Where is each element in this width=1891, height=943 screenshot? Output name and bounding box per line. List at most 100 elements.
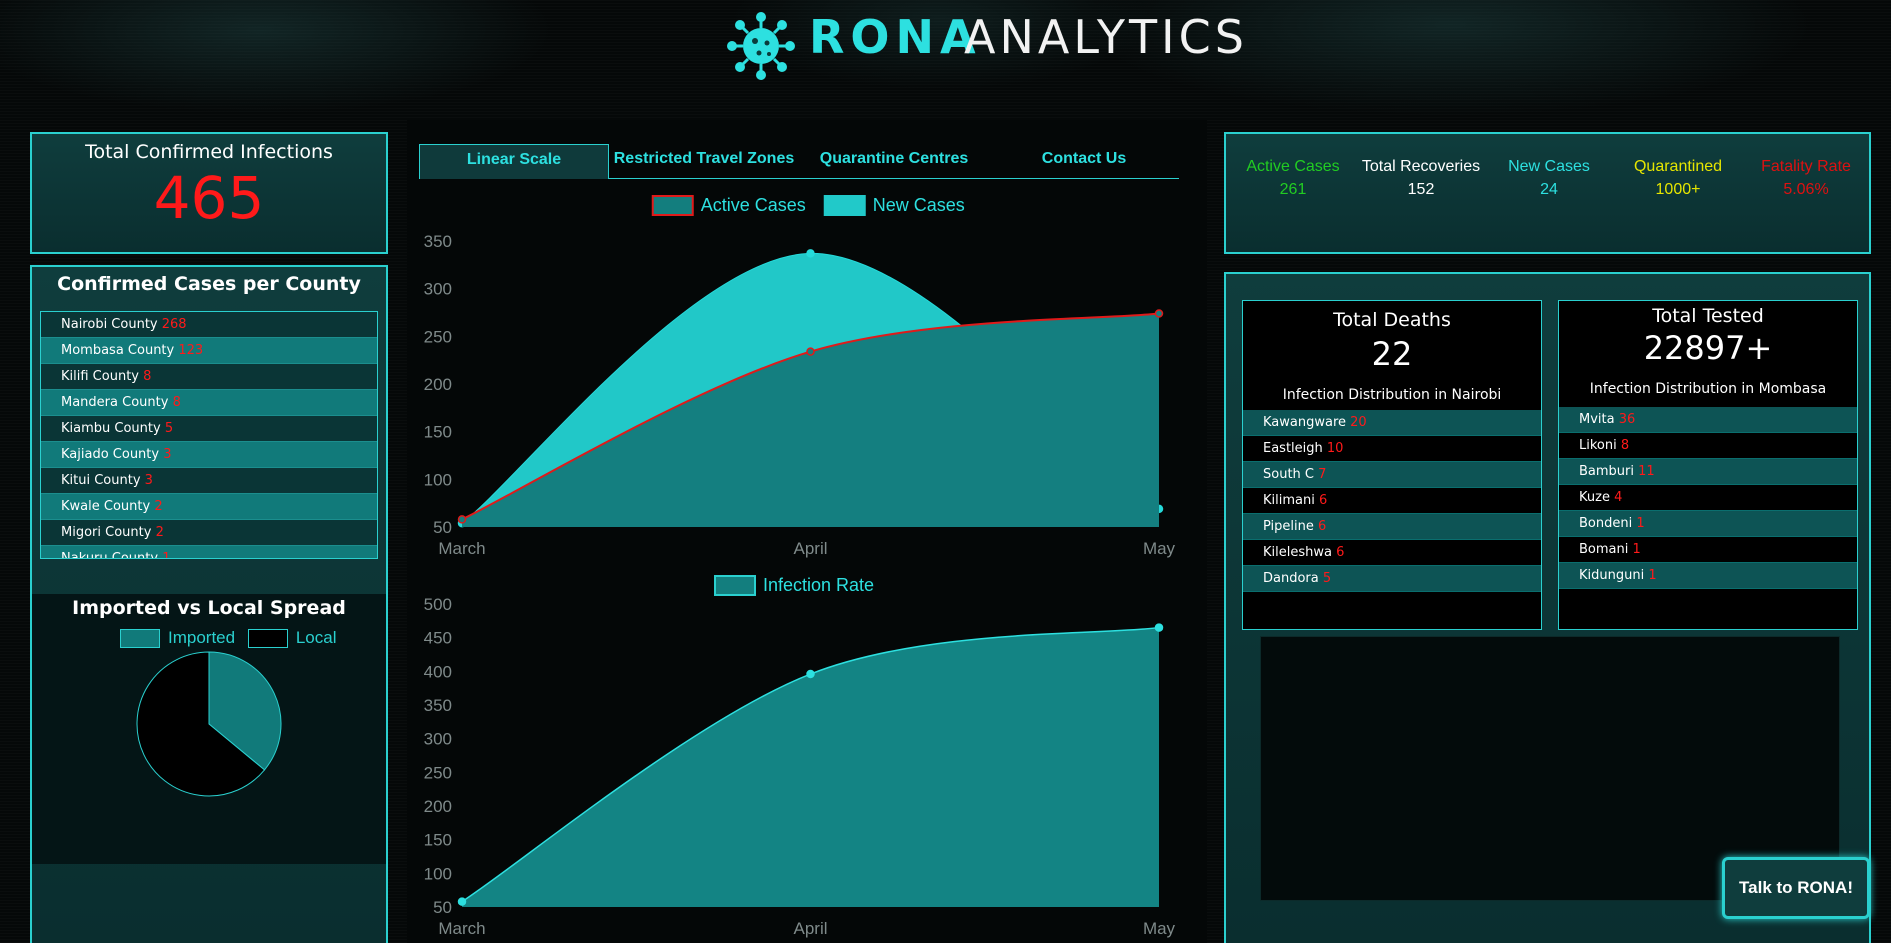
county-name: Mandera County xyxy=(61,395,169,410)
legend-local-swatch xyxy=(247,629,288,649)
total-confirmed-card: Total Confirmed Infections 465 xyxy=(30,132,388,254)
y-tick-label: 100 xyxy=(424,470,452,489)
stat-fatality-value: 5.06% xyxy=(1783,181,1829,198)
list-item: Bomani 1 xyxy=(1559,537,1857,563)
x-tick-label: April xyxy=(793,539,827,558)
county-count: 268 xyxy=(161,317,187,332)
chart-legend: Active Cases New Cases xyxy=(651,195,965,216)
series-area xyxy=(462,627,1159,907)
tested-value: 22897+ xyxy=(1643,329,1773,367)
area-name: South C xyxy=(1263,467,1314,482)
list-item: Mvita 36 xyxy=(1559,407,1857,433)
county-panel: Confirmed Cases per County Nairobi Count… xyxy=(30,265,388,943)
area-count: 6 xyxy=(1318,519,1327,534)
list-item: South C 7 xyxy=(1243,462,1541,488)
county-name: Kiambu County xyxy=(61,421,161,436)
data-point xyxy=(806,249,815,258)
stat-recoveries-label: Total Recoveries xyxy=(1361,158,1481,175)
nairobi-distribution-list: Kawangware 20 Eastleigh 10 South C 7 Kil… xyxy=(1243,410,1541,592)
x-tick-label: May xyxy=(1143,919,1176,938)
tab-restricted-travel-zones[interactable]: Restricted Travel Zones xyxy=(609,144,799,179)
area-name: Bondeni xyxy=(1579,516,1633,531)
legend-label: New Cases xyxy=(873,195,965,215)
county-row: Mandera County 8 xyxy=(41,390,377,416)
y-tick-label: 100 xyxy=(424,864,452,883)
data-point xyxy=(806,669,815,679)
list-item: Kilimani 6 xyxy=(1243,488,1541,514)
county-row: Mombasa County 123 xyxy=(41,338,377,364)
area-name: Kawangware xyxy=(1263,415,1347,430)
county-title: Confirmed Cases per County xyxy=(57,273,361,295)
y-tick-label: 350 xyxy=(424,696,452,715)
legend-local-label: Local xyxy=(295,628,337,647)
stat-fatality: Fatality Rate 5.06% xyxy=(1741,158,1871,199)
stat-active-value: 261 xyxy=(1279,181,1307,198)
list-item: Bondeni 1 xyxy=(1559,511,1857,537)
area-name: Mvita xyxy=(1579,412,1615,427)
tab-contact-us[interactable]: Contact Us xyxy=(989,144,1179,179)
total-confirmed-label: Total Confirmed Infections xyxy=(85,141,333,163)
y-tick-label: 400 xyxy=(424,662,452,681)
county-count: 5 xyxy=(164,421,174,436)
chart-legend: Infection Rate xyxy=(714,575,874,596)
county-row: Kwale County 2 xyxy=(41,494,377,520)
county-row: Kilifi County 8 xyxy=(41,364,377,390)
county-row: Kiambu County 5 xyxy=(41,416,377,442)
county-count: 3 xyxy=(144,473,153,488)
talk-to-rona-button[interactable]: Talk to RONA! xyxy=(1722,857,1870,919)
y-tick-label: 50 xyxy=(433,518,452,537)
county-count: 1 xyxy=(162,551,171,559)
list-item: Bamburi 11 xyxy=(1559,459,1857,485)
total-confirmed-value: 465 xyxy=(153,164,265,232)
legend-swatch xyxy=(651,195,694,216)
y-tick-label: 150 xyxy=(424,831,452,850)
legend-swatch xyxy=(714,575,756,596)
infection-rate-chart: 50 100 150 200 250 300 350 400 450 500 March April M… xyxy=(424,575,1176,938)
x-tick-label: April xyxy=(793,919,827,938)
list-item: Kileleshwa 6 xyxy=(1243,540,1541,566)
deaths-card: Total Deaths 22 Infection Distribution i… xyxy=(1242,300,1542,630)
mombasa-distribution-title: Infection Distribution in Mombasa xyxy=(1589,381,1827,397)
county-list[interactable]: Nairobi County 268 Mombasa County 123 Ki… xyxy=(40,311,378,559)
county-count: 8 xyxy=(172,395,181,410)
stat-quarantined-label: Quarantined xyxy=(1633,158,1723,175)
legend-swatch xyxy=(823,195,866,216)
data-point xyxy=(1154,309,1164,318)
county-row: Migori County 2 xyxy=(41,520,377,546)
area-name: Eastleigh xyxy=(1263,441,1323,456)
list-item: Likoni 8 xyxy=(1559,433,1857,459)
tab-linear-scale[interactable]: Linear Scale xyxy=(419,144,609,179)
brand-name: RONA xyxy=(809,10,982,64)
area-count: 1 xyxy=(1636,516,1645,531)
tab-quarantine-centres[interactable]: Quarantine Centres xyxy=(799,144,989,179)
y-tick-label: 200 xyxy=(424,797,452,816)
data-point xyxy=(1154,623,1164,632)
list-item: Dandora 5 xyxy=(1243,566,1541,592)
area-name: Pipeline xyxy=(1263,519,1314,534)
area-name: Kidunguni xyxy=(1579,568,1645,583)
y-tick-label: 300 xyxy=(424,730,452,749)
county-name: Nakuru County xyxy=(61,551,159,559)
spread-title: Imported vs Local Spread xyxy=(72,597,346,619)
legend-imported-label: Imported xyxy=(168,628,236,647)
legend-imported-swatch xyxy=(120,629,160,649)
charts-panel: Linear Scale Restricted Travel Zones Qua… xyxy=(407,120,1207,943)
area-count: 10 xyxy=(1326,441,1344,456)
stat-new-label: New Cases xyxy=(1508,158,1590,175)
county-name: Kitui County xyxy=(61,473,141,488)
stat-recoveries: Total Recoveries 152 xyxy=(1356,158,1486,199)
county-name: Kwale County xyxy=(61,499,151,514)
county-row: Kitui County 3 xyxy=(41,468,377,494)
county-row: Nairobi County 268 xyxy=(41,312,377,338)
stat-new-value: 24 xyxy=(1540,181,1558,198)
list-item: Pipeline 6 xyxy=(1243,514,1541,540)
distribution-panel: Total Deaths 22 Infection Distribution i… xyxy=(1224,272,1871,943)
stat-quarantined: Quarantined 1000+ xyxy=(1613,158,1743,199)
area-count: 1 xyxy=(1632,542,1641,557)
legend-label: Infection Rate xyxy=(763,575,874,595)
spread-legend: Imported Local xyxy=(120,628,337,649)
county-count: 3 xyxy=(163,447,172,462)
stat-active: Active Cases 261 xyxy=(1228,158,1358,199)
area-name: Kilimani xyxy=(1263,493,1315,508)
area-count: 11 xyxy=(1638,464,1655,479)
